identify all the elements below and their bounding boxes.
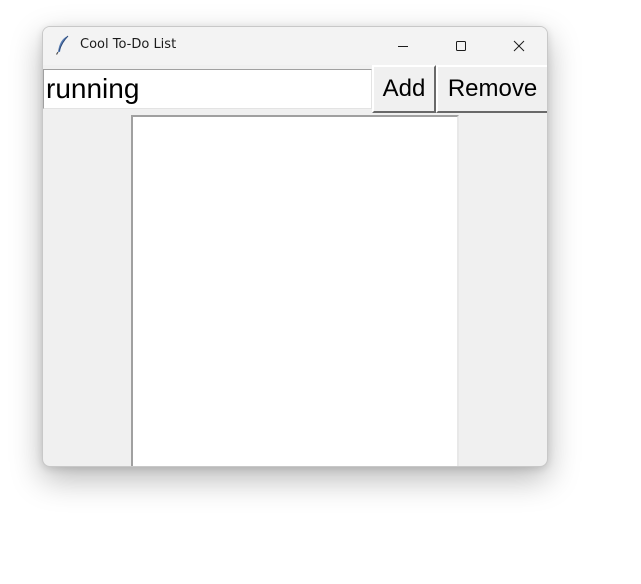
maximize-icon (455, 40, 467, 52)
maximize-button[interactable] (432, 27, 490, 65)
minimize-icon (397, 40, 409, 52)
add-button[interactable]: Add (372, 65, 436, 113)
task-listbox[interactable] (131, 115, 459, 466)
close-button[interactable] (490, 27, 547, 65)
close-icon (513, 40, 525, 52)
title-bar[interactable]: Cool To-Do List (43, 27, 547, 65)
window-title: Cool To-Do List (80, 37, 177, 52)
app-window: Cool To-Do List Add Remove (42, 26, 548, 467)
add-button-label: Add (382, 75, 426, 102)
remove-button-label: Remove (447, 75, 538, 102)
feather-icon (55, 35, 71, 55)
remove-button[interactable]: Remove (436, 65, 547, 113)
minimize-button[interactable] (374, 27, 432, 65)
task-entry[interactable] (43, 69, 372, 109)
